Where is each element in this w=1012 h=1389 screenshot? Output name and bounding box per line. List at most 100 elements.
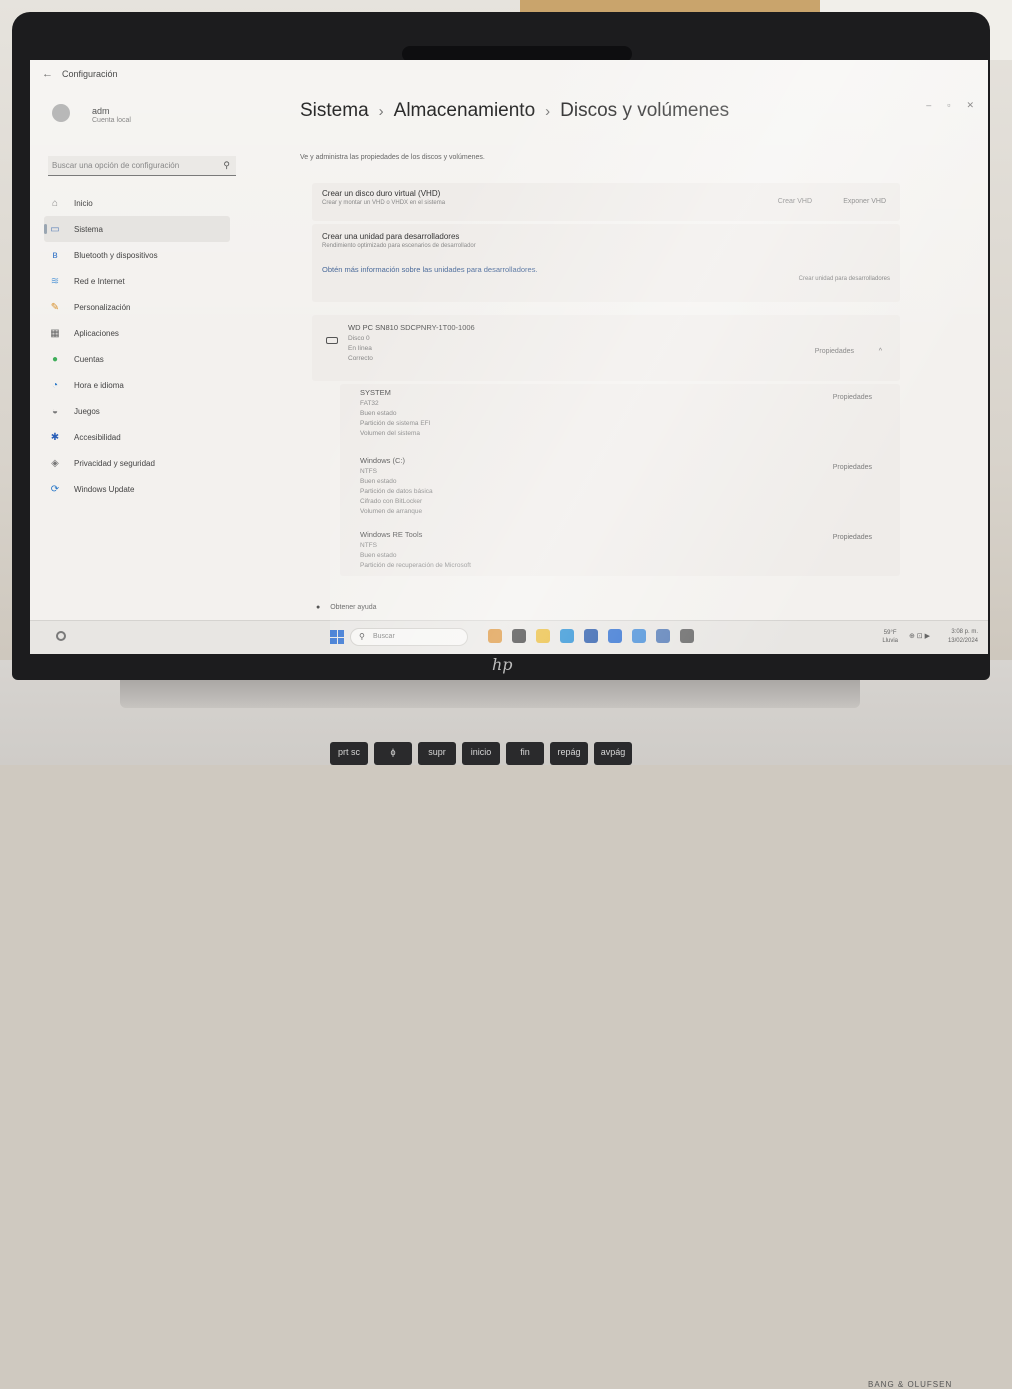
breadcrumb-storage[interactable]: Almacenamiento [394,100,536,121]
selection-indicator [44,224,47,234]
mail-icon[interactable] [584,629,598,643]
sidebar-item-label: Juegos [74,406,100,416]
volume-type: Partición de recuperación de Microsoft [360,562,471,569]
taskbar-search-input[interactable]: ⚲ Buscar [350,628,468,646]
volume-properties-button[interactable]: Propiedades [833,394,872,401]
volume-filesystem: NTFS [360,468,377,475]
app-icon[interactable] [632,629,646,643]
accessibility-icon: ✱ [50,431,60,443]
attach-vhd-button[interactable]: Exponer VHD [843,198,886,205]
system-tray-icons[interactable]: ⊕ ⊡ ▶ [909,632,930,640]
sidebar-item-bluetooth[interactable]: ʙ Bluetooth y dispositivos [44,242,244,268]
profile-name: adm [92,106,110,116]
vhd-title: Crear un disco duro virtual (VHD) [322,189,441,198]
create-dev-drive-button[interactable]: Crear unidad para desarrolladores [799,276,890,282]
dev-drive-learn-more-link[interactable]: Obtén más información sobre las unidades… [322,265,890,274]
store-icon[interactable] [608,629,622,643]
sidebar-item-globe[interactable]: ◔ Hora e idioma [44,372,244,398]
minimize-button[interactable]: – [926,100,931,111]
sidebar-item-label: Hora e idioma [74,380,124,390]
sidebar: adm Cuenta local Buscar una opción de co… [30,90,236,630]
start-button[interactable] [330,630,344,644]
settings-search-input[interactable]: Buscar una opción de configuración ⚲ [48,156,236,176]
keyboard-key: prt sc [330,742,368,765]
keyboard-key: repág [550,742,588,765]
back-arrow-icon[interactable]: ← [42,68,53,80]
sidebar-item-apps[interactable]: ▦ Aplicaciones [44,320,244,346]
volume-properties-button[interactable]: Propiedades [833,534,872,541]
disk-model: WD PC SN810 SDCPNRY-1T00-1006 [348,323,475,332]
disk-properties-button[interactable]: Propiedades [815,348,854,355]
volume-health: Buen estado [360,478,397,485]
volume-properties-button[interactable]: Propiedades [833,464,872,471]
copilot-icon[interactable] [488,629,502,643]
sidebar-item-account[interactable]: ● Cuentas [44,346,244,372]
sidebar-item-label: Privacidad y seguridad [74,458,155,468]
get-help-link[interactable]: ● Obtener ayuda [316,604,377,611]
breadcrumb-separator: › [378,103,384,120]
avatar [52,104,70,122]
sidebar-item-update[interactable]: ⟳ Windows Update [44,476,244,502]
volume-item-system: SYSTEM FAT32 Buen estado Partición de si… [360,388,900,450]
shield-icon: ◈ [51,457,59,469]
sidebar-item-home[interactable]: ⌂ Inicio [44,190,244,216]
dev-drive-card: Crear una unidad para desarrolladores Re… [312,224,900,302]
keyboard-key: fin [506,742,544,765]
hp-logo: hp [492,655,513,674]
disk-card[interactable]: WD PC SN810 SDCPNRY-1T00-1006 Disco 0 En… [312,315,900,381]
sidebar-item-label: Sistema [74,224,103,234]
volume-name: Windows (C:) [360,456,406,465]
wifi-icon: ≋ [50,275,60,287]
breadcrumb-system[interactable]: Sistema [300,100,369,121]
sidebar-item-label: Windows Update [74,484,135,494]
volume-name: SYSTEM [360,388,391,397]
help-label: Obtener ayuda [330,604,377,611]
sidebar-item-label: Inicio [74,198,93,208]
brush-icon: ✎ [50,301,60,313]
volume-item-windows: Windows (C:) NTFS Buen estado Partición … [360,456,900,528]
maximize-button[interactable]: ▫ [947,100,950,111]
keyboard-key: supr [418,742,456,765]
explorer-icon[interactable] [536,629,550,643]
sidebar-item-label: Bluetooth y dispositivos [74,250,158,260]
volume-type: Partición de datos básica [360,488,433,495]
collapse-chevron-icon[interactable]: ^ [879,348,882,355]
account-icon: ● [51,353,59,365]
sidebar-item-brush[interactable]: ✎ Personalización [44,294,244,320]
volume-encryption: Cifrado con BitLocker [360,498,423,505]
sidebar-item-label: Red e Internet [74,276,125,286]
widgets-icon[interactable] [56,631,66,641]
volume-role: Volumen de arranque [360,508,423,515]
sidebar-item-label: Cuentas [74,354,104,364]
apps-icon: ▦ [50,327,60,339]
sidebar-item-system[interactable]: ▭ Sistema [44,216,230,242]
globe-icon: ◔ [51,379,59,391]
volumes-list: SYSTEM FAT32 Buen estado Partición de si… [340,384,900,576]
sidebar-item-accessibility[interactable]: ✱ Accesibilidad [44,424,244,450]
people-icon[interactable] [656,629,670,643]
sidebar-item-label: Personalización [74,302,131,312]
volume-filesystem: NTFS [360,542,377,549]
weather-widget[interactable]: 59°F Lluvia [882,629,898,645]
edge-icon[interactable] [560,629,574,643]
keyboard-key: avpág [594,742,632,765]
sidebar-item-shield[interactable]: ◈ Privacidad y seguridad [44,450,244,476]
sidebar-item-label: Accesibilidad [74,432,121,442]
taskbar-apps [488,629,694,643]
taskview-icon[interactable] [512,629,526,643]
sidebar-item-gamepad[interactable]: ◒ Juegos [44,398,244,424]
create-vhd-button[interactable]: Crear VHD [778,198,812,205]
app-title: Configuración [62,69,118,79]
breadcrumb: Sistema › Almacenamiento › Discos y volúmene… [300,100,900,122]
settings-icon[interactable] [680,629,694,643]
dev-drive-title: Crear una unidad para desarrolladores [322,232,460,241]
clock-date: 13/02/2024 [947,638,978,644]
sidebar-item-wifi[interactable]: ≋ Red e Internet [44,268,244,294]
close-button[interactable]: ✕ [966,100,974,111]
page-description: Ve y administra las propiedades de los d… [300,154,485,161]
volume-health: Buen estado [360,410,397,417]
weather-temp: 59°F [883,630,897,636]
keyboard-row: prt sc ϕ supr inicio fin repág avpág [330,742,632,765]
clock[interactable]: 3:08 p. m. 13/02/2024 [948,628,978,646]
bluetooth-icon: ʙ [52,249,58,261]
